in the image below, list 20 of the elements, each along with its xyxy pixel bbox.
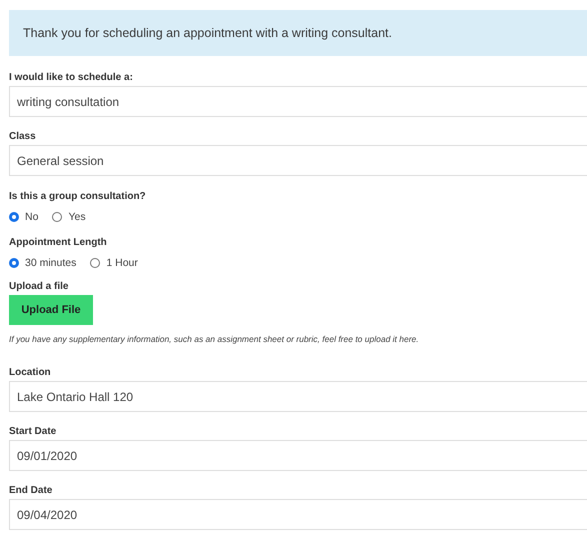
input-field[interactable]: 09/01/2020	[9, 440, 587, 471]
field-label: End Date	[9, 485, 52, 496]
field-label: Start Date	[9, 426, 56, 437]
input-field[interactable]: 09/04/2020	[9, 499, 587, 530]
field-label: Is this a group consultation?	[9, 191, 146, 202]
input-field[interactable]: writing consultation	[9, 86, 587, 117]
radio-option[interactable]: 30 minutes	[9, 257, 76, 269]
field-label: Appointment Length	[9, 237, 107, 248]
info-banner: Thank you for scheduling an appointment with a writing consultant.	[9, 10, 587, 56]
field-label: Location	[9, 367, 51, 378]
field-label: I would like to schedule a:	[9, 72, 133, 83]
field-label: Upload a file	[9, 281, 68, 292]
radio-option[interactable]: Yes	[52, 211, 86, 223]
input-field[interactable]: Lake Ontario Hall 120	[9, 381, 587, 412]
help-text: If you have any supplementary information, such as an assignment sheet or rubric, feel free to upload it here.	[9, 334, 419, 344]
radio-option[interactable]: 1 Hour	[90, 257, 138, 269]
field-label: Class	[9, 131, 36, 142]
radio-option[interactable]: No	[9, 211, 38, 223]
input-field[interactable]: General session	[9, 145, 587, 176]
upload-button[interactable]: Upload File	[9, 295, 93, 325]
